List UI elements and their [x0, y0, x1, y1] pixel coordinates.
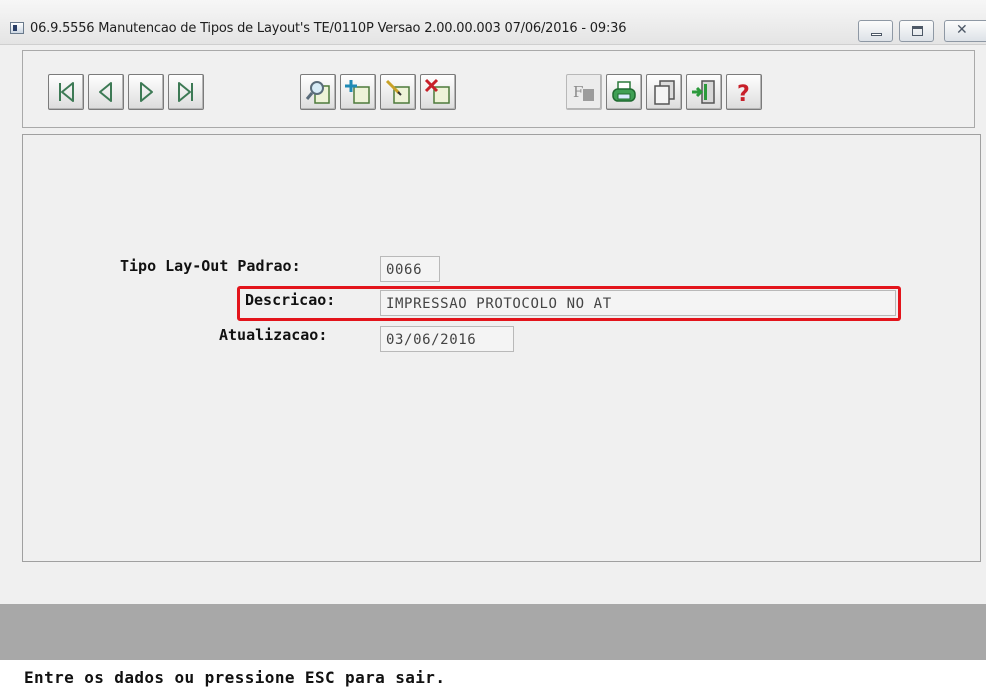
close-button[interactable]: ✕: [944, 20, 986, 42]
svg-text:?: ?: [737, 82, 750, 107]
first-record-icon: [59, 82, 74, 102]
svg-text:F: F: [573, 83, 583, 101]
help-button[interactable]: ?: [726, 74, 762, 110]
delete-record-button[interactable]: [420, 74, 456, 110]
print-icon: [612, 81, 636, 102]
close-icon: ✕: [956, 22, 968, 38]
application-window: 06.9.5556 Manutencao de Tipos de Layout'…: [0, 0, 986, 693]
status-message: Entre os dados ou pressione ESC para sai…: [24, 668, 446, 687]
last-record-button[interactable]: [168, 74, 204, 110]
copy-button[interactable]: [646, 74, 682, 110]
tipo-layout-field[interactable]: 0066: [380, 256, 440, 282]
tipo-layout-label: Tipo Lay-Out Padrao:: [120, 257, 301, 275]
next-record-button[interactable]: [128, 74, 164, 110]
annotation-highlight-box: [237, 286, 901, 321]
add-record-icon: [345, 80, 370, 104]
add-record-button[interactable]: [340, 74, 376, 110]
maximize-button[interactable]: [899, 20, 934, 42]
copy-icon: [654, 80, 675, 105]
first-record-button[interactable]: [48, 74, 84, 110]
minimize-button[interactable]: [858, 20, 893, 42]
help-icon: ?: [737, 82, 750, 107]
search-button[interactable]: [300, 74, 336, 110]
next-record-icon: [140, 82, 153, 102]
exit-button[interactable]: [686, 74, 722, 110]
delete-record-icon: [424, 78, 450, 104]
search-icon: [305, 81, 330, 104]
window-title: 06.9.5556 Manutencao de Tipos de Layout'…: [30, 21, 627, 36]
toolbar: [22, 50, 975, 128]
title-bar: 06.9.5556 Manutencao de Tipos de Layout'…: [0, 0, 986, 45]
edit-record-button[interactable]: [380, 74, 416, 110]
previous-record-icon: [99, 82, 112, 102]
atualizacao-label: Atualizacao:: [219, 326, 328, 344]
atualizacao-field[interactable]: 03/06/2016: [380, 326, 514, 352]
print-button[interactable]: [606, 74, 642, 110]
last-record-icon: [178, 82, 193, 102]
exit-icon: [692, 80, 715, 104]
edit-record-icon: [385, 79, 410, 104]
filter-button[interactable]: F: [566, 74, 602, 110]
filter-icon: F: [573, 83, 594, 101]
app-icon[interactable]: [10, 22, 24, 34]
status-bar: [0, 604, 986, 660]
previous-record-button[interactable]: [88, 74, 124, 110]
